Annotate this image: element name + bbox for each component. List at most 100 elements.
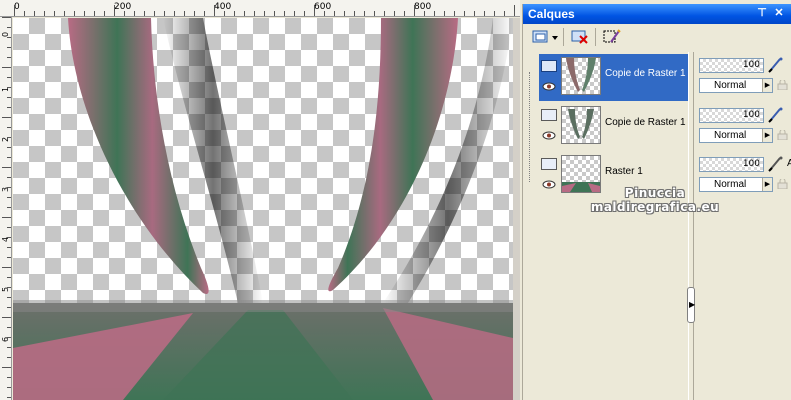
ruler-tick xyxy=(7,227,11,228)
delete-layer-button[interactable] xyxy=(569,27,591,47)
ruler-tick xyxy=(394,11,395,16)
ruler-tick xyxy=(514,5,515,16)
ruler-tick xyxy=(114,5,115,16)
opacity-value: 100 xyxy=(742,60,760,70)
opacity-slider[interactable]: 100 xyxy=(699,58,764,73)
ruler-tick xyxy=(494,11,495,16)
watermark: Pinuccia maldiregrafica.eu xyxy=(545,186,765,214)
canvas-gutter xyxy=(513,18,520,400)
blend-mode-select[interactable]: Normal ▶ xyxy=(699,128,773,143)
ruler-tick xyxy=(204,11,205,16)
ruler-tick xyxy=(2,67,11,68)
lock-icon[interactable] xyxy=(777,179,788,189)
ruler-tick xyxy=(7,237,11,238)
opacity-slider[interactable]: 100 xyxy=(699,157,764,172)
ruler-tick xyxy=(384,11,385,16)
ruler-tick xyxy=(7,137,11,138)
eye-icon[interactable] xyxy=(542,82,556,91)
ruler-tick xyxy=(374,11,375,16)
ruler-tick xyxy=(264,11,265,16)
ruler-tick xyxy=(404,11,405,16)
new-layer-button[interactable] xyxy=(529,27,559,47)
layer-row-copie-de-raster-1-c[interactable]: Copie de Raster 1 C xyxy=(539,103,693,150)
ruler-tick xyxy=(7,177,11,178)
layer-type-icon xyxy=(541,158,557,170)
ruler-tick xyxy=(2,367,11,368)
ruler-tick xyxy=(184,11,185,16)
opacity-slider[interactable]: 100 xyxy=(699,108,764,123)
ruler-tick xyxy=(314,5,315,16)
ruler-tick xyxy=(284,11,285,16)
edit-selection-button[interactable] xyxy=(601,27,623,47)
ruler-tick xyxy=(94,11,95,16)
dropdown-arrow-icon[interactable]: ▶ xyxy=(762,79,772,92)
layer-row-copie-de-raster-1[interactable]: Copie de Raster 1 xyxy=(539,54,689,101)
opacity-value: 100 xyxy=(742,110,760,120)
ruler-tick xyxy=(144,11,145,16)
ruler-tick xyxy=(14,5,15,16)
floor-horizon xyxy=(13,300,513,312)
layer-type-icon xyxy=(541,109,557,121)
delete-layer-icon xyxy=(571,30,588,44)
ruler-tick xyxy=(7,87,11,88)
ruler-tick xyxy=(7,27,11,28)
ruler-tick xyxy=(7,47,11,48)
ruler-tick xyxy=(7,287,11,288)
ruler-tick xyxy=(7,327,11,328)
ruler-label: 400 xyxy=(214,2,232,12)
ruler-tick xyxy=(84,11,85,16)
pin-icon[interactable]: ⊤ xyxy=(756,7,768,20)
ruler-tick xyxy=(134,11,135,16)
toolbar-separator xyxy=(595,28,596,46)
image-canvas[interactable] xyxy=(13,18,513,400)
ruler-tick xyxy=(7,297,11,298)
ruler-tick xyxy=(44,11,45,16)
psp-window: 0 200 400 600 800 0 1 2 3 4 5 6 Calques … xyxy=(0,0,791,400)
blend-mode-value: Normal xyxy=(714,80,747,91)
layer-list: Copie de Raster 1 Copie de Raster 1 C Ra… xyxy=(527,52,693,202)
ruler-tick xyxy=(324,11,325,16)
lock-icon[interactable] xyxy=(777,130,788,140)
ruler-tick xyxy=(7,157,11,158)
layer-type-icon xyxy=(541,60,557,72)
watermark-line-2: maldiregrafica.eu xyxy=(590,200,720,214)
ruler-tick xyxy=(7,147,11,148)
ruler-tick xyxy=(2,17,11,18)
palette-splitter[interactable] xyxy=(688,52,694,400)
brush-icon[interactable] xyxy=(767,107,785,123)
close-icon[interactable]: ✕ xyxy=(773,7,785,20)
ruler-tick xyxy=(424,11,425,16)
ruler-tick xyxy=(214,5,215,16)
opacity-value: 100 xyxy=(742,159,760,169)
ruler-label: 200 xyxy=(114,2,132,12)
lock-icon[interactable] xyxy=(777,80,788,90)
ruler-tick xyxy=(7,337,11,338)
ruler-tick xyxy=(7,197,11,198)
eye-icon[interactable] xyxy=(542,131,556,140)
new-layer-icon xyxy=(532,30,558,43)
ruler-tick xyxy=(7,357,11,358)
ruler-tick xyxy=(194,11,195,16)
blend-mode-select[interactable]: Normal ▶ xyxy=(699,78,773,93)
ruler-tick xyxy=(34,11,35,16)
layer-properties-0: 100 Normal ▶ xyxy=(699,57,791,98)
dropdown-arrow-icon xyxy=(552,36,558,40)
ruler-tick xyxy=(224,11,225,16)
palette-title: Calques xyxy=(528,7,575,21)
blend-mode-value: Normal xyxy=(714,130,747,141)
palette-titlebar[interactable]: Calques ⊤ ✕ xyxy=(523,4,791,24)
brush-icon[interactable] xyxy=(767,57,785,73)
layer-group-line xyxy=(529,72,530,182)
layer-name: Raster 1 xyxy=(605,166,643,177)
ruler-tick xyxy=(254,11,255,16)
splitter-grip-handle[interactable]: ▶ xyxy=(687,287,695,323)
layer-thumbnail xyxy=(561,57,601,95)
ruler-tick xyxy=(294,11,295,16)
dropdown-arrow-icon[interactable]: ▶ xyxy=(762,129,772,142)
ruler-tick xyxy=(164,11,165,16)
ruler-tick xyxy=(7,277,11,278)
edit-selection-icon xyxy=(603,29,621,43)
toolbar-separator xyxy=(563,28,564,46)
brush-icon[interactable] xyxy=(767,156,785,172)
layer-properties-1: 100 Normal ▶ xyxy=(699,107,791,148)
